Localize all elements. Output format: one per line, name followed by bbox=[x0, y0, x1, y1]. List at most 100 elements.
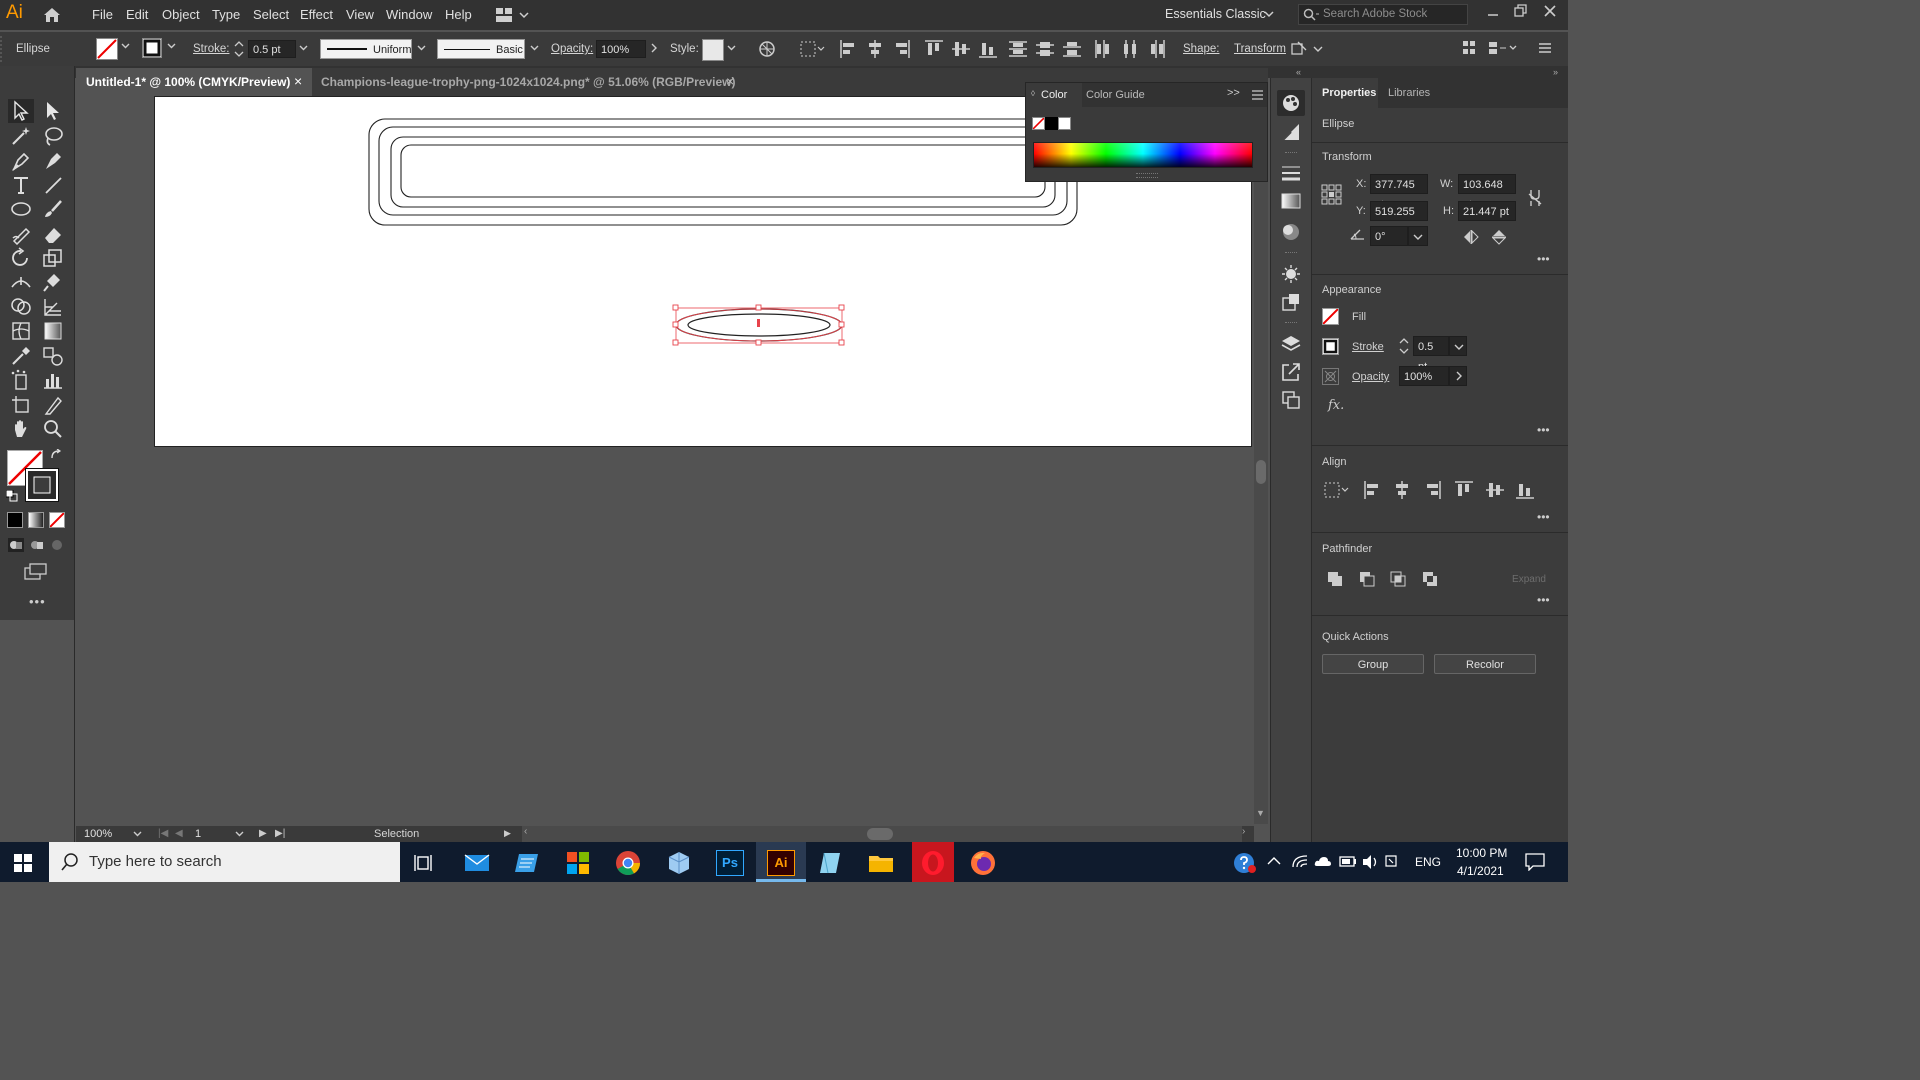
height-input[interactable]: 21.447 pt bbox=[1458, 201, 1516, 221]
distribute-left-icon[interactable] bbox=[1094, 40, 1112, 58]
menu-edit[interactable]: Edit bbox=[126, 7, 148, 22]
volume-icon[interactable] bbox=[1362, 854, 1380, 870]
first-artboard-icon[interactable]: |◀ bbox=[158, 828, 168, 839]
shape-label[interactable]: Shape: bbox=[1183, 43, 1219, 55]
menu-select[interactable]: Select bbox=[253, 7, 289, 22]
layers-dock-icon[interactable] bbox=[1281, 334, 1301, 354]
align-bottom-icon[interactable] bbox=[979, 40, 997, 58]
pen-tool-icon[interactable] bbox=[10, 150, 32, 172]
fill-swatch-none[interactable] bbox=[96, 38, 118, 60]
home-icon[interactable] bbox=[42, 6, 62, 24]
more-transform-options-icon[interactable]: ••• bbox=[1537, 252, 1550, 266]
hand-tool-icon[interactable] bbox=[10, 418, 32, 440]
recolor-button[interactable]: Recolor bbox=[1434, 654, 1536, 674]
tab-libraries[interactable]: Libraries bbox=[1388, 87, 1430, 99]
gradient-tool-icon[interactable] bbox=[42, 320, 64, 342]
collapse-mid-icon[interactable]: « bbox=[1296, 67, 1301, 77]
stroke-dropdown-chevron-icon[interactable] bbox=[167, 43, 176, 49]
symbol-sprayer-tool-icon[interactable] bbox=[10, 369, 32, 391]
export-dock-icon[interactable] bbox=[1281, 362, 1301, 382]
clock-date[interactable]: 4/1/2021 bbox=[1457, 864, 1504, 878]
direct-selection-tool-icon[interactable] bbox=[42, 100, 64, 122]
color-mode-icon[interactable] bbox=[7, 512, 23, 528]
stroke-label[interactable]: Stroke bbox=[1352, 341, 1384, 353]
shaper-tool-icon[interactable] bbox=[10, 223, 32, 245]
paintbrush-tool-icon[interactable] bbox=[42, 198, 64, 220]
align-to-selection-icon[interactable] bbox=[800, 41, 826, 57]
align-center-icon[interactable] bbox=[1394, 481, 1410, 499]
magic-wand-tool-icon[interactable] bbox=[10, 125, 32, 147]
change-screen-mode-icon[interactable] bbox=[24, 563, 48, 581]
help-icon[interactable] bbox=[1233, 852, 1257, 874]
menu-window[interactable]: Window bbox=[386, 7, 432, 22]
eraser-tool-icon[interactable] bbox=[42, 223, 64, 245]
fill-dropdown-chevron-icon[interactable] bbox=[121, 43, 130, 49]
align-top-icon[interactable] bbox=[1455, 481, 1473, 499]
opacity-input[interactable]: 100% bbox=[1399, 366, 1449, 386]
eyedropper-tool-icon[interactable] bbox=[10, 345, 32, 367]
task-view-icon[interactable] bbox=[414, 850, 440, 876]
ellipse-tool-icon[interactable] bbox=[10, 198, 32, 220]
group-button[interactable]: Group bbox=[1322, 654, 1424, 674]
menu-effect[interactable]: Effect bbox=[300, 7, 333, 22]
transparency-dock-icon[interactable] bbox=[1281, 222, 1301, 242]
stroke-color-black[interactable] bbox=[25, 468, 59, 502]
align-right-icon[interactable] bbox=[894, 40, 910, 58]
menu-view[interactable]: View bbox=[346, 7, 374, 22]
close-window-icon[interactable] bbox=[1543, 4, 1557, 18]
file-explorer-icon[interactable] bbox=[868, 850, 894, 876]
close-tab-icon[interactable]: × bbox=[294, 73, 302, 89]
3d-viewer-icon[interactable] bbox=[666, 850, 692, 876]
firefox-icon[interactable] bbox=[970, 850, 996, 876]
adobe-stock-search[interactable]: Search Adobe Stock bbox=[1298, 4, 1468, 25]
type-tool-icon[interactable] bbox=[10, 174, 32, 196]
column-graph-tool-icon[interactable] bbox=[42, 369, 64, 391]
graphic-styles-dock-icon[interactable] bbox=[1281, 292, 1301, 312]
tab-champions-league[interactable]: Champions-league-trophy-png-1024x1024.pn… bbox=[312, 68, 742, 96]
mesh-tool-icon[interactable] bbox=[10, 320, 32, 342]
artboard-number[interactable]: 1 bbox=[191, 826, 231, 842]
more-align-options-icon[interactable]: ••• bbox=[1537, 510, 1550, 524]
control-menu-icon[interactable] bbox=[1539, 42, 1551, 54]
stroke-swatch[interactable] bbox=[142, 38, 162, 58]
scroll-left-icon[interactable]: ‹ bbox=[524, 826, 527, 837]
workspace-switcher[interactable]: Essentials Classic bbox=[1165, 7, 1266, 21]
recolor-artwork-icon[interactable] bbox=[758, 40, 776, 58]
reference-point-icon[interactable] bbox=[1321, 184, 1343, 206]
notepad-app-icon[interactable] bbox=[818, 850, 844, 876]
align-bottom-icon[interactable] bbox=[1516, 481, 1534, 499]
last-artboard-icon[interactable]: ▶| bbox=[275, 828, 285, 839]
align-right-icon[interactable] bbox=[1425, 481, 1441, 499]
chevron-down-icon[interactable] bbox=[235, 831, 244, 837]
rotate-tool-icon[interactable] bbox=[10, 247, 32, 269]
pad-app-icon[interactable] bbox=[514, 850, 540, 876]
taskbar-search[interactable]: Type here to search bbox=[49, 842, 400, 882]
tab-untitled[interactable]: Untitled-1* @ 100% (CMYK/Preview) × bbox=[76, 68, 312, 96]
graphic-style-swatch[interactable] bbox=[702, 39, 724, 61]
artboard-tool-icon[interactable] bbox=[10, 394, 32, 416]
stroke-label[interactable]: Stroke: bbox=[193, 43, 229, 55]
minimize-icon[interactable] bbox=[1487, 8, 1499, 20]
battery-icon[interactable] bbox=[1339, 854, 1357, 868]
x-position-input[interactable]: 377.745 pt bbox=[1370, 174, 1428, 211]
edit-toolbar-icon[interactable]: ••• bbox=[29, 594, 46, 609]
stroke-stepper-icon[interactable] bbox=[234, 40, 244, 58]
appearance-dock-icon[interactable] bbox=[1281, 264, 1301, 284]
opacity-label[interactable]: Opacity bbox=[1352, 371, 1389, 383]
fill-none-swatch[interactable] bbox=[1322, 308, 1339, 325]
stroke-dock-icon[interactable] bbox=[1281, 164, 1301, 182]
stroke-weight-dropdown[interactable] bbox=[1449, 336, 1467, 356]
zoom-tool-icon[interactable] bbox=[42, 418, 64, 440]
mail-app-icon[interactable] bbox=[464, 850, 490, 876]
tab-color-guide[interactable]: Color Guide bbox=[1086, 89, 1145, 101]
rotate-angle-icon[interactable] bbox=[1350, 227, 1366, 241]
show-hidden-icons-chevron-icon[interactable] bbox=[1267, 856, 1281, 866]
wifi-icon[interactable] bbox=[1292, 855, 1308, 869]
chevron-right-icon[interactable] bbox=[651, 43, 658, 53]
chevron-down-icon[interactable] bbox=[133, 831, 142, 837]
align-to-icon[interactable] bbox=[1324, 482, 1350, 498]
default-fill-stroke-icon[interactable] bbox=[6, 490, 18, 502]
gradient-dock-icon[interactable] bbox=[1281, 192, 1301, 210]
opacity-input[interactable]: 100% bbox=[596, 40, 646, 58]
control-bar-grip[interactable] bbox=[0, 36, 6, 62]
